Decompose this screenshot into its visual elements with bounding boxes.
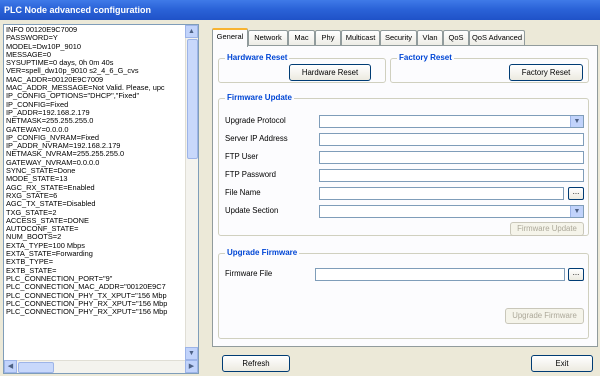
refresh-button[interactable]: Refresh [222,355,290,372]
horizontal-scrollbar[interactable]: ◀ ▶ [4,360,198,373]
firmware-update-group: Firmware Update Upgrade Protocol ▼ Serve… [218,93,589,236]
tab-multicast[interactable]: Multicast [341,30,380,46]
hardware-reset-group: Hardware Reset Hardware Reset [218,53,386,83]
factory-reset-button[interactable]: Factory Reset [509,64,583,81]
exit-button[interactable]: Exit [531,355,593,372]
firmware-file-browse-button[interactable]: ... [568,268,584,281]
server-ip-input[interactable] [319,133,584,146]
vertical-scroll-thumb[interactable] [187,39,198,159]
firmware-file-input[interactable] [315,268,565,281]
upgrade-firmware-group: Upgrade Firmware Firmware File ... Upgra… [218,248,589,339]
info-line: PLC_CONNECTION_PHY_RX_XPUT="156 Mbp [6,307,168,317]
server-ip-label: Server IP Address [225,134,288,143]
vertical-scrollbar[interactable]: ▲ ▼ [185,25,198,360]
tab-mac[interactable]: Mac [288,30,315,46]
firmware-update-title: Firmware Update [225,93,294,102]
scroll-up-icon[interactable]: ▲ [185,25,198,38]
firmware-file-label: Firmware File [225,269,273,278]
file-name-input[interactable] [319,187,564,200]
tab-vlan[interactable]: Vlan [417,30,443,46]
ftp-user-label: FTP User [225,152,259,161]
ftp-password-label: FTP Password [225,170,276,179]
tab-phy[interactable]: Phy [315,30,341,46]
ftp-password-input[interactable] [319,169,584,182]
upgrade-protocol-label: Upgrade Protocol [225,116,286,125]
firmware-update-button[interactable]: Firmware Update [510,222,584,236]
scroll-down-icon[interactable]: ▼ [185,347,198,360]
file-name-label: File Name [225,188,261,197]
info-list[interactable]: INFO 00120E9C7009 PASSWORD=Y MODEL=Dw10P_9… [3,24,199,374]
hardware-reset-title: Hardware Reset [225,53,290,62]
upgrade-protocol-select[interactable]: ▼ [319,115,584,128]
tab-security[interactable]: Security [380,30,417,46]
scroll-right-icon[interactable]: ▶ [185,360,198,373]
tab-general[interactable]: General [212,28,248,47]
tab-qos[interactable]: QoS [443,30,469,46]
tab-network[interactable]: Network [248,30,288,46]
ftp-user-input[interactable] [319,151,584,164]
info-lines: INFO 00120E9C7009 PASSWORD=Y MODEL=Dw10P_9… [6,26,186,359]
upgrade-firmware-title: Upgrade Firmware [225,248,300,257]
window-title: PLC Node advanced configuration [0,0,600,20]
chevron-down-icon[interactable]: ▼ [570,206,583,217]
hardware-reset-button[interactable]: Hardware Reset [289,64,371,81]
upgrade-firmware-button[interactable]: Upgrade Firmware [505,308,584,324]
file-name-browse-button[interactable]: ... [568,187,584,200]
horizontal-scroll-thumb[interactable] [18,362,54,373]
factory-reset-group: Factory Reset Factory Reset [390,53,589,83]
tab-qos-advanced[interactable]: QoS Advanced [469,30,525,46]
general-tab-panel: Hardware Reset Hardware Reset Factory Re… [212,45,598,347]
config-window: PLC Node advanced configuration INFO 001… [0,0,600,376]
update-section-select[interactable]: ▼ [319,205,584,218]
update-section-label: Update Section [225,206,279,215]
factory-reset-title: Factory Reset [397,53,454,62]
chevron-down-icon[interactable]: ▼ [570,116,583,127]
scroll-left-icon[interactable]: ◀ [4,360,17,373]
